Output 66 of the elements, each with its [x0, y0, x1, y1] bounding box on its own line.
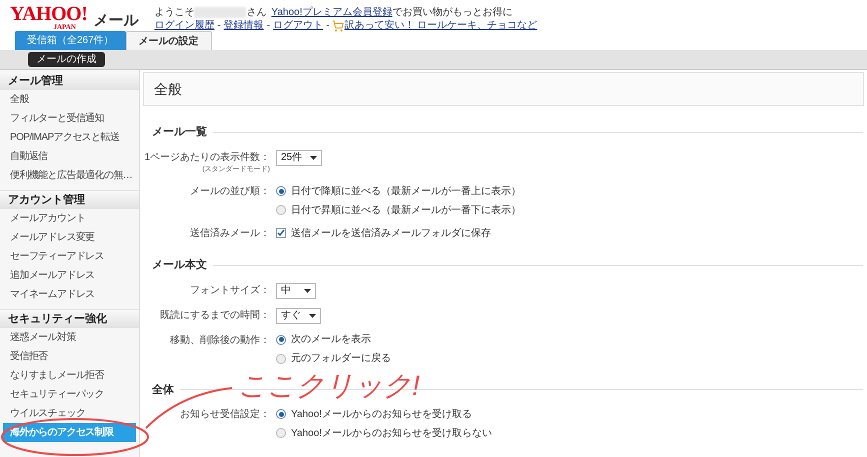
radio-option[interactable]: 次のメールを表示	[276, 332, 391, 346]
sidebar-item[interactable]: 全般	[0, 90, 139, 109]
handwritten-note: ここクリック!	[238, 372, 420, 400]
link-separator: -	[266, 19, 270, 32]
sidebar-item[interactable]: 便利機能と広告最適化の無…	[0, 166, 139, 185]
radio-button[interactable]	[276, 186, 286, 196]
radio-option[interactable]: Yahoo!メールからのお知らせを受け取る	[276, 407, 492, 421]
greeting-text: ようこそ	[154, 6, 194, 19]
dropdown[interactable]: 中	[276, 282, 316, 298]
radio-option[interactable]: 日付で昇順に並べる（最新メールが一番下に表示）	[276, 203, 521, 217]
radio-button[interactable]	[276, 334, 286, 344]
sidebar-heading: セキュリティー強化	[0, 310, 139, 328]
sidebar-heading: メール管理	[0, 72, 139, 90]
sidebar-item[interactable]: セーフティーアドレス	[0, 247, 139, 266]
service-name: メール	[93, 11, 138, 31]
sidebar-heading: アカウント管理	[0, 191, 139, 209]
sidebar-item[interactable]: 自動返信	[0, 147, 139, 166]
sidebar-item[interactable]: マイネームアドレス	[0, 285, 139, 304]
radio-button[interactable]	[276, 205, 286, 215]
sidebar-item[interactable]: 追加メールアドレス	[0, 266, 139, 285]
checkbox[interactable]	[276, 228, 286, 238]
caret-icon	[309, 314, 316, 318]
dropdown[interactable]: すぐ	[276, 308, 321, 324]
sidebar-item[interactable]: 受信拒否	[0, 347, 139, 366]
radio-button[interactable]	[276, 409, 286, 419]
field-label: 既読にするまでの時間：	[160, 308, 270, 322]
promo-link[interactable]: 訳あって安い！ ロールケーキ、チョコなど	[344, 19, 538, 32]
field-label: お知らせ受信設定：	[180, 408, 270, 422]
radio-option[interactable]: 元のフォルダーに戻る	[276, 352, 391, 366]
field-label: 1ページあたりの表示件数：	[144, 150, 270, 164]
field-label: 移動、削除後の動作：	[170, 334, 270, 348]
field-label: メールの並び順：	[190, 185, 270, 199]
radio-option[interactable]: Yahoo!メールからのお知らせを受け取らない	[276, 426, 492, 440]
sidebar-item[interactable]: セキュリティーパック	[0, 385, 139, 404]
field-label: 送信済みメール：	[190, 226, 270, 241]
section-title: 全体	[152, 382, 174, 398]
sidebar-item[interactable]: 迷惑メール対策	[0, 328, 139, 347]
section-title: メール一覧	[152, 125, 207, 140]
premium-link[interactable]: Yahoo!プレミアム会員登録	[271, 6, 392, 19]
link-separator: -	[326, 19, 330, 32]
sidebar-item[interactable]: なりすましメール拒否	[0, 366, 139, 385]
page-title: 全般	[154, 80, 182, 98]
compose-button[interactable]: メールの作成	[28, 52, 105, 67]
tab[interactable]: メールの設定	[126, 31, 212, 50]
account-link[interactable]: ログアウト	[273, 19, 324, 32]
account-link[interactable]: 登録情報	[224, 19, 264, 32]
field-label: フォントサイズ：	[190, 284, 270, 298]
sidebar-item[interactable]: フィルターと受信通知	[0, 109, 139, 128]
sidebar-item[interactable]: POP/IMAPアクセスと転送	[0, 128, 139, 147]
sidebar-item[interactable]: メールアドレス変更	[0, 228, 139, 247]
caret-icon	[310, 156, 318, 160]
radio-button[interactable]	[276, 354, 286, 364]
cart-icon	[332, 20, 344, 32]
link-separator: -	[217, 19, 221, 32]
caret-icon	[304, 288, 311, 292]
premium-text: でお買い物がもっとお得に	[392, 6, 512, 19]
checkbox-option[interactable]: 送信メールを送信済みメールフォルダに保存	[276, 226, 491, 240]
greeting-text: さん	[246, 6, 266, 19]
account-link[interactable]: ログイン履歴	[154, 19, 214, 32]
sidebar-item[interactable]: メールアカウント	[0, 209, 139, 228]
radio-option[interactable]: 日付で降順に並べる（最新メールが一番上に表示）	[276, 184, 521, 198]
sidebar-item[interactable]: ウイルスチェック	[0, 404, 139, 423]
radio-button[interactable]	[276, 428, 286, 438]
section-title: メール本文	[152, 258, 207, 273]
tab[interactable]: 受信箱（全267件）	[15, 31, 126, 50]
dropdown[interactable]: 25件	[276, 150, 322, 166]
